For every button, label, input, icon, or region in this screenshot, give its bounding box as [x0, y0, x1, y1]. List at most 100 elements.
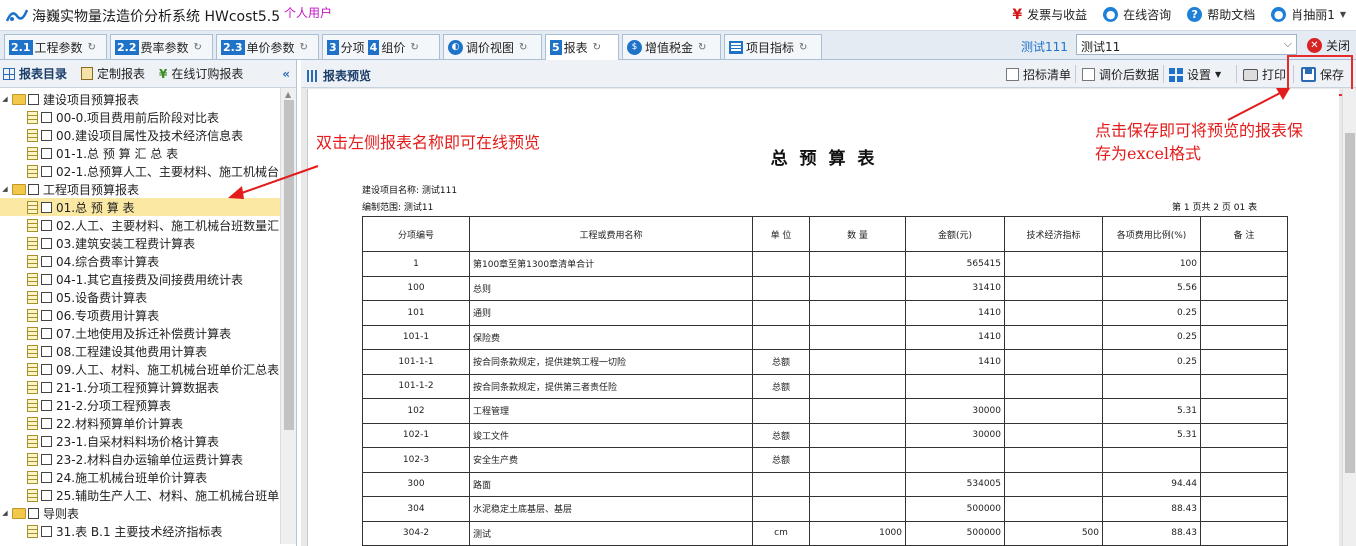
tree-report-item[interactable]: 00.建设项目属性及技术经济信息表: [0, 126, 280, 144]
report-cell: 总额: [752, 422, 810, 448]
expand-icon[interactable]: ◢: [0, 509, 10, 517]
tree-checkbox[interactable]: [28, 93, 39, 105]
settings-label: 设置: [1187, 68, 1212, 82]
report-cell: [1004, 275, 1103, 301]
tree-group[interactable]: ◢ 建设项目预算报表: [0, 90, 280, 108]
tree-checkbox[interactable]: [41, 525, 52, 537]
tree-scrollbar[interactable]: ▲: [280, 88, 296, 544]
tree-report-item[interactable]: 02-1.总预算人工、主要材料、施工机械台: [0, 162, 280, 180]
order-report-button[interactable]: ¥ 在线订购报表: [159, 65, 243, 82]
tree-checkbox[interactable]: [41, 489, 52, 501]
tree-report-item[interactable]: 23-1.自采材料料场价格计算表: [0, 432, 280, 450]
tree-checkbox[interactable]: [41, 345, 52, 357]
preview-scrollbar[interactable]: [1342, 89, 1356, 546]
refresh-icon[interactable]: ↻: [410, 42, 418, 53]
tree-checkbox[interactable]: [41, 327, 52, 339]
tree-checkbox[interactable]: [41, 237, 52, 249]
tree-checkbox[interactable]: [41, 273, 52, 285]
preview-scrollbar-thumb[interactable]: [1345, 133, 1355, 473]
collapse-pane-icon[interactable]: «: [282, 67, 290, 81]
expand-icon[interactable]: ◢: [0, 95, 10, 103]
online-consult-link[interactable]: ● 在线咨询: [1103, 6, 1171, 23]
tree-checkbox[interactable]: [28, 183, 39, 195]
tab-engineering-params[interactable]: 2.1 工程参数 ↻: [4, 34, 107, 59]
tree-checkbox[interactable]: [41, 201, 52, 213]
tree-report-item[interactable]: 02.人工、主要材料、施工机械台班数量汇: [0, 216, 280, 234]
expand-icon[interactable]: ◢: [0, 185, 10, 193]
tree-checkbox[interactable]: [41, 399, 52, 411]
tab-label: 工程参数: [34, 40, 83, 55]
tree-checkbox[interactable]: [41, 147, 52, 159]
tree-report-item[interactable]: 03.建筑安装工程费计算表: [0, 234, 280, 252]
custom-report-button[interactable]: 定制报表: [81, 65, 145, 82]
tree-checkbox[interactable]: [41, 435, 52, 447]
help-doc-link[interactable]: ? 帮助文档: [1187, 6, 1255, 23]
tab-vat[interactable]: $ 增值税金 ↻: [622, 34, 721, 59]
tree-report-item[interactable]: 06.专项费用计算表: [0, 306, 280, 324]
tree-checkbox[interactable]: [41, 363, 52, 375]
tree-report-item[interactable]: 24.施工机械台班单价计算表: [0, 468, 280, 486]
tree-item-label: 00-0.项目费用前后阶段对比表: [56, 110, 220, 125]
tender-list-checkbox[interactable]: 招标清单: [1006, 66, 1071, 83]
tree-report-item[interactable]: 21-1.分项工程预算计算数据表: [0, 378, 280, 396]
checkbox[interactable]: [1082, 68, 1095, 81]
tree-checkbox[interactable]: [41, 453, 52, 465]
tree-item-label: 02.人工、主要材料、施工机械台班数量汇: [56, 218, 280, 233]
tree-report-item[interactable]: 04-1.其它直接费及间接费用统计表: [0, 270, 280, 288]
tree-report-item[interactable]: 22.材料预算单价计算表: [0, 414, 280, 432]
tree-report-item[interactable]: 23-2.材料自办运输单位运费计算表: [0, 450, 280, 468]
tree-report-item[interactable]: 31.表 B.1 主要技术经济指标表: [0, 522, 280, 540]
refresh-icon[interactable]: ↻: [698, 42, 706, 53]
custom-report-label: 定制报表: [97, 67, 146, 81]
scroll-up-icon[interactable]: ▲: [285, 90, 291, 99]
report-column-header: 单 位: [752, 216, 810, 252]
tree-checkbox[interactable]: [41, 291, 52, 303]
tab-unit-price-params[interactable]: 2.3 单价参数 ↻: [216, 34, 319, 59]
tree-checkbox[interactable]: [41, 309, 52, 321]
tree-scrollbar-thumb[interactable]: [284, 100, 294, 430]
tree-group[interactable]: ◢ 导则表: [0, 504, 280, 522]
tree-checkbox[interactable]: [41, 219, 52, 231]
project-select[interactable]: 测试11 ⌵: [1076, 34, 1297, 55]
tree-checkbox[interactable]: [41, 381, 52, 393]
tree-item-label: 04-1.其它直接费及间接费用统计表: [56, 272, 244, 287]
refresh-icon[interactable]: ↻: [593, 42, 601, 53]
tree-report-item[interactable]: 21-2.分项工程预算表: [0, 396, 280, 414]
refresh-icon[interactable]: ↻: [799, 42, 807, 53]
settings-button[interactable]: 设置 ▼: [1169, 66, 1221, 83]
refresh-icon[interactable]: ↻: [194, 42, 202, 53]
tree-checkbox[interactable]: [41, 129, 52, 141]
tab-reports[interactable]: 5 报表 ↻: [545, 34, 619, 60]
tree-report-item[interactable]: 09.人工、材料、施工机械台班单价汇总表: [0, 360, 280, 378]
tree-checkbox[interactable]: [41, 417, 52, 429]
tab-fee-rate-params[interactable]: 2.2 费率参数 ↻: [110, 34, 213, 59]
tree-report-item[interactable]: 01-1.总 预 算 汇 总 表: [0, 144, 280, 162]
tree-report-item[interactable]: 07.土地使用及拆迁补偿费计算表: [0, 324, 280, 342]
tree-report-item[interactable]: 25.辅助生产人工、材料、施工机械台班单: [0, 486, 280, 504]
close-button[interactable]: ✕ 关闭: [1307, 37, 1350, 54]
tree-report-item[interactable]: 00-0.项目费用前后阶段对比表: [0, 108, 280, 126]
checkbox[interactable]: [1006, 68, 1019, 81]
after-adjust-checkbox[interactable]: 调价后数据: [1082, 66, 1159, 83]
publish-link[interactable]: ¥ 发票与收益: [1012, 6, 1087, 23]
tree-checkbox[interactable]: [41, 111, 52, 123]
refresh-icon[interactable]: ↻: [300, 42, 308, 53]
refresh-icon[interactable]: ↻: [519, 42, 527, 53]
tab-project-indicators[interactable]: 项目指标 ↻: [724, 34, 822, 59]
tree-checkbox[interactable]: [41, 255, 52, 267]
tree-report-item[interactable]: 04.综合费率计算表: [0, 252, 280, 270]
tree-checkbox[interactable]: [41, 165, 52, 177]
report-cell: [809, 398, 906, 424]
tab-label: 项目指标: [746, 40, 795, 55]
refresh-icon[interactable]: ↻: [88, 42, 96, 53]
user-menu[interactable]: ● 肖抽丽1 ▼: [1271, 6, 1346, 23]
tree-report-item[interactable]: 05.设备费计算表: [0, 288, 280, 306]
tree-checkbox[interactable]: [41, 471, 52, 483]
tree-report-item[interactable]: 01.总 预 算 表: [0, 198, 280, 216]
tab-price-adjust-view[interactable]: ◐ 调价视图 ↻: [443, 34, 542, 59]
tree-report-item[interactable]: 08.工程建设其他费用计算表: [0, 342, 280, 360]
print-button[interactable]: 打印: [1243, 66, 1286, 83]
tree-checkbox[interactable]: [28, 507, 39, 519]
tab-items-pricing[interactable]: 3 分项 4 组价 ↻: [322, 34, 440, 59]
tree-group[interactable]: ◢ 工程项目预算报表: [0, 180, 280, 198]
